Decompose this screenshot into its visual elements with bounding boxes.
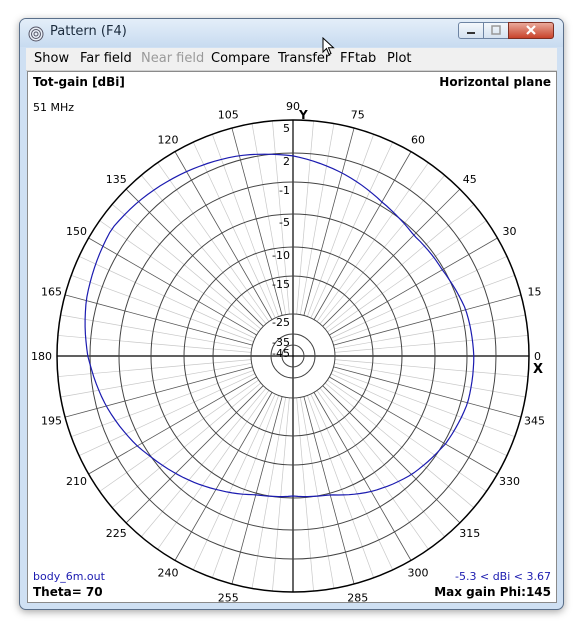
angle-tick-label: 195 <box>41 415 62 428</box>
radial-tick-label: 2 <box>283 155 290 168</box>
maximize-button[interactable] <box>483 22 509 39</box>
y-axis-label: Y <box>298 108 308 122</box>
angle-tick-label: 210 <box>66 475 87 488</box>
app-icon <box>28 26 44 42</box>
angle-tick-label: 285 <box>347 591 368 602</box>
menu-near-field[interactable]: Near field <box>141 51 204 66</box>
x-axis-label: X <box>533 362 543 377</box>
close-button[interactable] <box>508 22 554 39</box>
minor-spoke <box>296 120 314 315</box>
minor-spoke <box>57 359 252 377</box>
angle-tick-label: 15 <box>527 285 541 298</box>
minimize-button[interactable] <box>458 22 484 39</box>
maximize-icon <box>491 25 501 35</box>
minor-spoke <box>71 370 254 438</box>
major-spoke <box>313 151 412 320</box>
theta-label: Theta= 70 <box>33 585 103 599</box>
radial-tick-label: 5 <box>283 122 290 135</box>
major-spoke <box>88 376 257 475</box>
minor-spoke <box>211 134 279 317</box>
major-spoke <box>329 237 498 336</box>
minor-spoke <box>111 204 262 330</box>
minor-spoke <box>319 174 445 325</box>
angle-tick-label: 30 <box>503 225 517 238</box>
minor-spoke <box>334 335 529 353</box>
radial-tick-label: -5 <box>279 216 290 229</box>
angle-tick-label: 315 <box>459 527 480 540</box>
angle-tick-label: 330 <box>499 475 520 488</box>
angle-tick-label: 150 <box>66 225 87 238</box>
minor-spoke <box>296 397 314 592</box>
menu-far-field[interactable]: Far field <box>80 51 132 66</box>
major-spoke <box>125 188 264 327</box>
menu-bar: Show Far field Near field Compare Transf… <box>26 48 557 71</box>
minor-spoke <box>332 274 515 342</box>
angle-tick-label: 300 <box>408 567 429 580</box>
close-icon <box>526 25 536 35</box>
minor-spoke <box>111 382 262 508</box>
minor-spoke <box>307 134 375 317</box>
angle-tick-label: 105 <box>218 109 239 122</box>
minor-spoke <box>141 174 267 325</box>
radial-tick-label: -15 <box>272 278 290 291</box>
angle-tick-label: 225 <box>106 527 127 540</box>
angle-tick-label: 255 <box>218 591 239 602</box>
minor-spoke <box>211 395 279 578</box>
title-bar[interactable]: Pattern (F4) <box>20 19 563 47</box>
radial-tick-label: -25 <box>272 316 290 329</box>
major-spoke <box>313 392 412 561</box>
angle-tick-label: 75 <box>351 109 365 122</box>
minor-spoke <box>307 395 375 578</box>
angle-tick-label: 60 <box>411 133 425 146</box>
angle-tick-label: 120 <box>158 133 179 146</box>
major-spoke <box>174 392 273 561</box>
menu-show[interactable]: Show <box>34 51 69 66</box>
menu-plot[interactable]: Plot <box>387 51 412 66</box>
pattern-window: Pattern (F4) Show Far field Near field C… <box>19 18 564 610</box>
radial-tick-label: -10 <box>272 249 290 262</box>
angle-tick-label: 45 <box>463 173 477 186</box>
window-title: Pattern (F4) <box>50 24 127 39</box>
angle-tick-label: 180 <box>31 350 52 363</box>
polar-chart: 52-1-5-10-15-25-35-45 0153045607590105120… <box>31 100 545 602</box>
filename-label: body_6m.out <box>33 570 105 583</box>
major-spoke <box>322 385 461 524</box>
radial-tick-label: -1 <box>279 184 290 197</box>
angle-tick-label: 270 <box>283 600 304 602</box>
max-gain-label: Max gain Phi:145 <box>434 585 551 599</box>
gain-range-label: -5.3 < dBi < 3.67 <box>455 570 551 583</box>
minor-spoke <box>71 274 254 342</box>
minor-spoke <box>272 397 290 592</box>
menu-fftab[interactable]: FFtab <box>340 51 376 66</box>
minor-spoke <box>141 387 267 538</box>
polar-plot-area: Tot-gain [dBi] Horizontal plane 51 MHz 5… <box>27 71 557 603</box>
angle-tick-label: 345 <box>524 415 545 428</box>
major-spoke <box>88 237 257 336</box>
minor-spoke <box>324 204 475 330</box>
mouse-cursor-icon <box>322 37 335 56</box>
minor-spoke <box>334 359 529 377</box>
minor-spoke <box>324 382 475 508</box>
minor-spoke <box>332 370 515 438</box>
angle-tick-label: 240 <box>158 567 179 580</box>
angle-tick-label: 90 <box>286 100 300 113</box>
major-spoke <box>174 151 273 320</box>
angle-tick-label: 165 <box>41 285 62 298</box>
minimize-icon <box>467 32 475 34</box>
major-spoke <box>329 376 498 475</box>
menu-compare[interactable]: Compare <box>211 51 270 66</box>
angle-tick-label: 135 <box>106 173 127 186</box>
radial-tick-label: -45 <box>272 347 290 360</box>
